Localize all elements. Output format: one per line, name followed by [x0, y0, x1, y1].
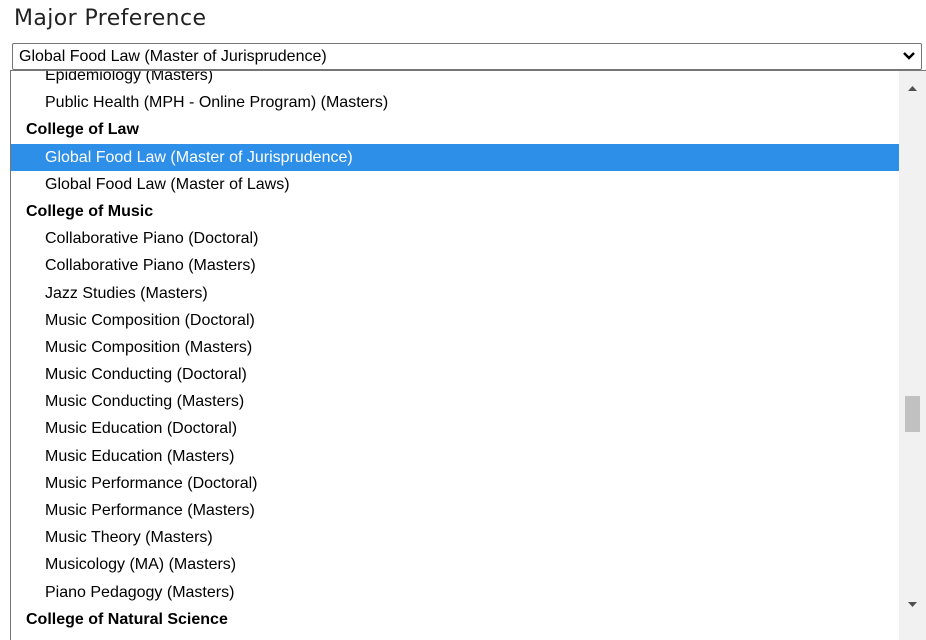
triangle-down-icon[interactable]	[899, 594, 926, 616]
option-item[interactable]: Global Food Law (Master of Jurisprudence…	[11, 143, 899, 171]
listbox-scrollbar[interactable]	[899, 71, 926, 640]
major-options-listbox[interactable]: Epidemiology (Masters) Public Health (MPH…	[10, 70, 926, 640]
triangle-up-icon[interactable]	[899, 77, 926, 99]
option-item[interactable]: Music Composition (Doctoral)	[11, 307, 899, 334]
option-item[interactable]: Music Education (Masters)	[11, 443, 899, 470]
option-item[interactable]: Jazz Studies (Masters)	[11, 280, 899, 307]
option-item[interactable]: Collaborative Piano (Masters)	[11, 252, 899, 279]
option-item[interactable]: Musicology (MA) (Masters)	[11, 551, 899, 578]
options-list: Epidemiology (Masters) Public Health (MPH…	[11, 71, 899, 633]
option-group-header: College of Law	[26, 121, 139, 139]
option-item[interactable]: Music Performance (Masters)	[11, 497, 899, 524]
major-preference-label: Major Preference	[14, 6, 207, 31]
option-group-header: College of Music	[26, 202, 154, 220]
option-item[interactable]: Music Theory (Masters)	[11, 524, 899, 551]
option-item[interactable]: Epidemiology (Masters)	[11, 71, 899, 89]
option-item[interactable]: Music Composition (Masters)	[11, 334, 899, 361]
select-current-value: Global Food Law (Master of Jurisprudence…	[19, 48, 327, 65]
option-item[interactable]: Global Food Law (Master of Laws)	[11, 171, 899, 198]
scrollbar-thumb[interactable]	[905, 396, 920, 432]
chevron-down-icon[interactable]	[901, 47, 917, 65]
option-item[interactable]: Music Conducting (Masters)	[11, 388, 899, 415]
option-item[interactable]: Piano Pedagogy (Masters)	[11, 579, 899, 606]
option-item[interactable]: Music Performance (Doctoral)	[11, 470, 899, 497]
option-item[interactable]: Music Education (Doctoral)	[11, 415, 899, 442]
option-group-header: College of Natural Science	[26, 610, 228, 628]
option-item[interactable]: Music Conducting (Doctoral)	[11, 361, 899, 388]
major-preference-select[interactable]: Global Food Law (Master of Jurisprudence…	[12, 43, 922, 70]
option-item[interactable]: Public Health (MPH - Online Program) (Ma…	[11, 89, 899, 116]
option-item[interactable]: Collaborative Piano (Doctoral)	[11, 225, 899, 252]
